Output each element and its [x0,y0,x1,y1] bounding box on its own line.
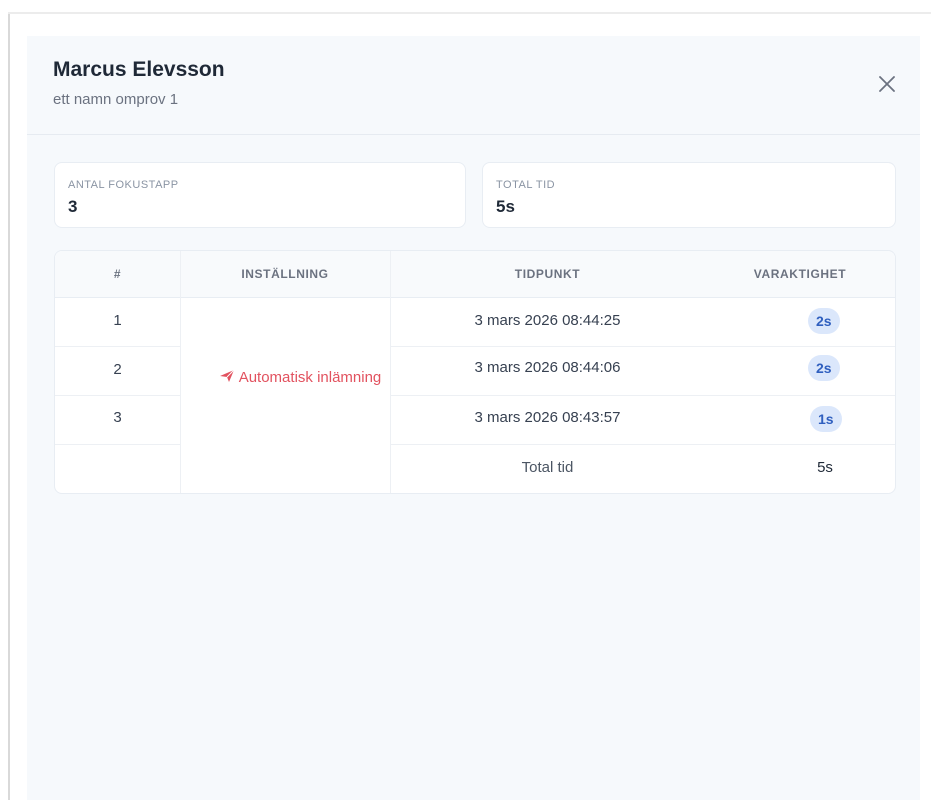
column-header-duration: VARAKTIGHET [705,251,895,298]
row-timestamp: 3 mars 2026 08:43:57 [474,409,621,426]
window-top-border [8,12,931,14]
total-time-footer-value: 5s [817,459,833,476]
row-timestamp: 3 mars 2026 08:44:06 [474,359,621,376]
focus-loss-count-card: ANTAL FOKUSTAPP 3 [54,162,466,228]
total-time-card: TOTAL TID 5s [482,162,896,228]
duration-badge: 2s [808,355,840,381]
total-time-footer-label: Total tid [521,459,574,476]
total-time-label: TOTAL TID [496,179,556,191]
row-number: 3 [113,409,122,426]
row-divider [55,395,180,396]
column-divider [180,251,181,493]
column-header-number: # [55,251,180,298]
setting-auto-submit: Automatisk inlämning [205,367,395,389]
send-icon [219,369,235,382]
student-name: Marcus Elevsson [53,58,225,81]
close-button[interactable] [873,70,901,98]
setting-label: Automatisk inlämning [238,369,382,386]
row-divider [390,444,895,445]
dialog-frame: Marcus Elevsson ett namn omprov 1 ANTAL … [0,0,931,800]
focus-loss-table: # INSTÄLLNING TIDPUNKT VARAKTIGHET 1 3 m… [54,250,896,494]
column-header-timestamp: TIDPUNKT [390,251,705,298]
exam-name: ett namn omprov 1 [53,91,179,108]
dialog-header: Marcus Elevsson ett namn omprov 1 [27,36,920,135]
duration-badge: 1s [810,406,842,432]
row-divider [55,444,180,445]
focus-loss-dialog: Marcus Elevsson ett namn omprov 1 ANTAL … [27,36,920,800]
total-time-value: 5s [496,197,515,216]
focus-loss-count-value: 3 [68,197,78,216]
row-divider [390,346,895,347]
column-header-setting: INSTÄLLNING [180,251,390,298]
row-number: 2 [113,361,122,378]
row-number: 1 [113,312,122,329]
duration-badge: 2s [808,308,840,334]
focus-loss-count-label: ANTAL FOKUSTAPP [68,179,179,191]
row-timestamp: 3 mars 2026 08:44:25 [474,312,621,329]
window-left-border [8,14,10,800]
close-icon [879,76,895,92]
row-divider [55,346,180,347]
row-divider [390,395,895,396]
